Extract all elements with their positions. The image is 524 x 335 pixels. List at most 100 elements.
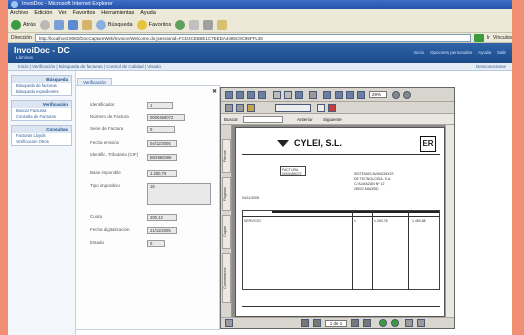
menu-herramientas[interactable]: Herramientas xyxy=(101,9,134,18)
identificador-input[interactable]: 1 xyxy=(147,102,173,109)
last-page-icon[interactable] xyxy=(363,319,371,327)
fit-width-icon[interactable] xyxy=(357,91,365,99)
stop-icon[interactable] xyxy=(53,20,64,30)
actual-size-icon[interactable] xyxy=(335,91,343,99)
refresh-icon[interactable] xyxy=(67,20,78,30)
table-col-divider xyxy=(408,210,409,290)
menu-favoritos[interactable]: Favoritos xyxy=(73,9,96,18)
sidebar-item[interactable]: Búsqueda expedientes xyxy=(12,89,71,95)
go-button[interactable] xyxy=(473,33,484,42)
logout-link[interactable]: Desconectarse xyxy=(476,63,506,71)
estado-input[interactable]: 0 xyxy=(147,240,165,247)
field-label: Número de Factura xyxy=(90,114,129,119)
table-col-divider xyxy=(352,210,353,290)
numero-factura-input[interactable]: 0000469072 xyxy=(147,114,185,121)
menu-edicion[interactable]: Edición xyxy=(34,9,52,18)
item-qty: 1 xyxy=(354,219,356,223)
cuota-input[interactable]: 200,12 xyxy=(147,214,177,221)
viewer-toolbar-main: 29% xyxy=(221,88,454,102)
base-imponible-input[interactable]: 1.250,76 xyxy=(147,170,177,177)
serie-factura-input[interactable]: 0 xyxy=(147,126,175,133)
previous-page-icon[interactable] xyxy=(313,319,321,327)
viewer-scrollbar[interactable] xyxy=(445,125,454,319)
header-link-inicio[interactable]: Inicio xyxy=(414,50,425,55)
item-description: SERVICIO xyxy=(244,219,261,223)
fit-page-icon[interactable] xyxy=(346,91,354,99)
tab-capas[interactable]: Capas xyxy=(222,215,231,249)
app-header: InvoiDoc - DC Lâminas Inicio Opciones pe… xyxy=(8,43,512,63)
go-back-icon[interactable] xyxy=(379,319,387,327)
find-label: Buscar xyxy=(224,117,239,122)
back-button[interactable]: Atrás xyxy=(11,20,36,30)
select-text-icon[interactable] xyxy=(284,91,292,99)
hand-tool-icon[interactable] xyxy=(273,91,281,99)
search-icon[interactable] xyxy=(258,91,266,99)
first-page-icon[interactable] xyxy=(301,319,309,327)
zoom-level-select[interactable]: 29% xyxy=(369,91,387,98)
continuous-page-icon[interactable] xyxy=(417,319,425,327)
close-icon[interactable]: ✖ xyxy=(212,88,217,95)
app-brand-sub: Lâminas xyxy=(16,55,34,60)
tab-comentarios[interactable]: Comentarios xyxy=(222,253,231,303)
tab-verificacion[interactable]: Verificación xyxy=(77,78,113,85)
email-icon[interactable] xyxy=(247,91,255,99)
search-button[interactable]: Búsqueda xyxy=(95,20,133,30)
media-icon[interactable] xyxy=(175,20,186,30)
note-icon[interactable] xyxy=(317,104,325,112)
home-icon[interactable] xyxy=(81,20,92,30)
header-link-salir[interactable]: Salir xyxy=(497,50,506,55)
go-label[interactable]: Ir xyxy=(487,35,490,41)
zoom-down-icon[interactable] xyxy=(392,91,400,99)
fecha-emision-input[interactable]: 04/11/2005 xyxy=(147,140,177,147)
sidebar-item[interactable]: Consulta de Facturas xyxy=(12,114,71,120)
rotate-icon[interactable] xyxy=(225,104,233,112)
snapshot-icon[interactable] xyxy=(295,91,303,99)
tab-firmas[interactable]: Firmas xyxy=(222,139,231,173)
address-input[interactable]: http://localhost:8082/DocCaptureWeb/Invo… xyxy=(34,33,471,42)
menu-ver[interactable]: Ver xyxy=(58,9,66,18)
header-link-opciones[interactable]: Opciones personales xyxy=(430,50,472,55)
cif-input[interactable]: B02960386 xyxy=(147,154,177,161)
find-prev-button[interactable]: Anterior xyxy=(297,114,313,125)
next-page-icon[interactable] xyxy=(351,319,359,327)
rotate-back-icon[interactable] xyxy=(236,104,244,112)
zoom-up-icon[interactable] xyxy=(403,91,411,99)
print-icon[interactable] xyxy=(236,91,244,99)
sidebar-section-title: Búsqueda xyxy=(12,76,71,83)
tab-paginas[interactable]: Páginas xyxy=(222,177,231,211)
sidebar-section-busqueda: Búsqueda Búsqueda de facturas Búsqueda e… xyxy=(11,75,72,96)
back-label: Atrás xyxy=(23,22,36,28)
screenshot-frame: InvoiDoc - Microsoft Internet Explorer A… xyxy=(0,0,524,335)
breadcrumb-text[interactable]: Inicio | Verificación | Búsqueda de fact… xyxy=(18,64,161,69)
favorites-label: Favoritos xyxy=(148,22,172,28)
tools-dropdown[interactable] xyxy=(275,104,311,112)
item-total: 1.450,88 xyxy=(412,219,426,223)
tipo-impositivo-input[interactable]: 16 xyxy=(147,183,211,205)
menu-archivo[interactable]: Archivo xyxy=(10,9,28,18)
sidebar-item[interactable]: Verificación Otros xyxy=(12,139,71,145)
sidebar-section-consultas: Consultas Facturas Lloyds Verificación O… xyxy=(11,125,72,146)
history-icon[interactable] xyxy=(189,20,200,30)
find-input[interactable] xyxy=(243,116,283,123)
invoice-date: 04/11/2005 xyxy=(242,196,260,200)
acrobat-icon[interactable] xyxy=(328,104,336,112)
save-icon[interactable] xyxy=(225,91,233,99)
sidebar-section-title: Consultas xyxy=(12,126,71,133)
verification-form: Verificación ✖ Identificador 1 Número de… xyxy=(75,78,220,333)
find-next-button[interactable]: Siguiente xyxy=(323,114,342,125)
forward-arrow-icon[interactable] xyxy=(39,20,50,30)
header-link-ayuda[interactable]: Ayuda xyxy=(478,50,491,55)
menu-ayuda[interactable]: Ayuda xyxy=(140,9,156,18)
folder-icon[interactable] xyxy=(217,20,228,30)
page-indicator[interactable]: 1 de 1 xyxy=(325,320,347,327)
zoom-out-icon[interactable] xyxy=(323,91,331,99)
favorites-button[interactable]: Favoritos xyxy=(136,20,172,30)
comment-icon[interactable] xyxy=(247,104,255,112)
zoom-in-icon[interactable] xyxy=(309,91,317,99)
single-page-icon[interactable] xyxy=(405,319,413,327)
mail-icon[interactable] xyxy=(203,20,214,30)
go-forward-icon[interactable] xyxy=(391,319,399,327)
fecha-digitalizacion-input[interactable]: 21/11/2005 xyxy=(147,227,177,234)
links-label[interactable]: Vínculos xyxy=(493,35,512,41)
sidebar: Búsqueda Búsqueda de facturas Búsqueda e… xyxy=(8,71,76,335)
